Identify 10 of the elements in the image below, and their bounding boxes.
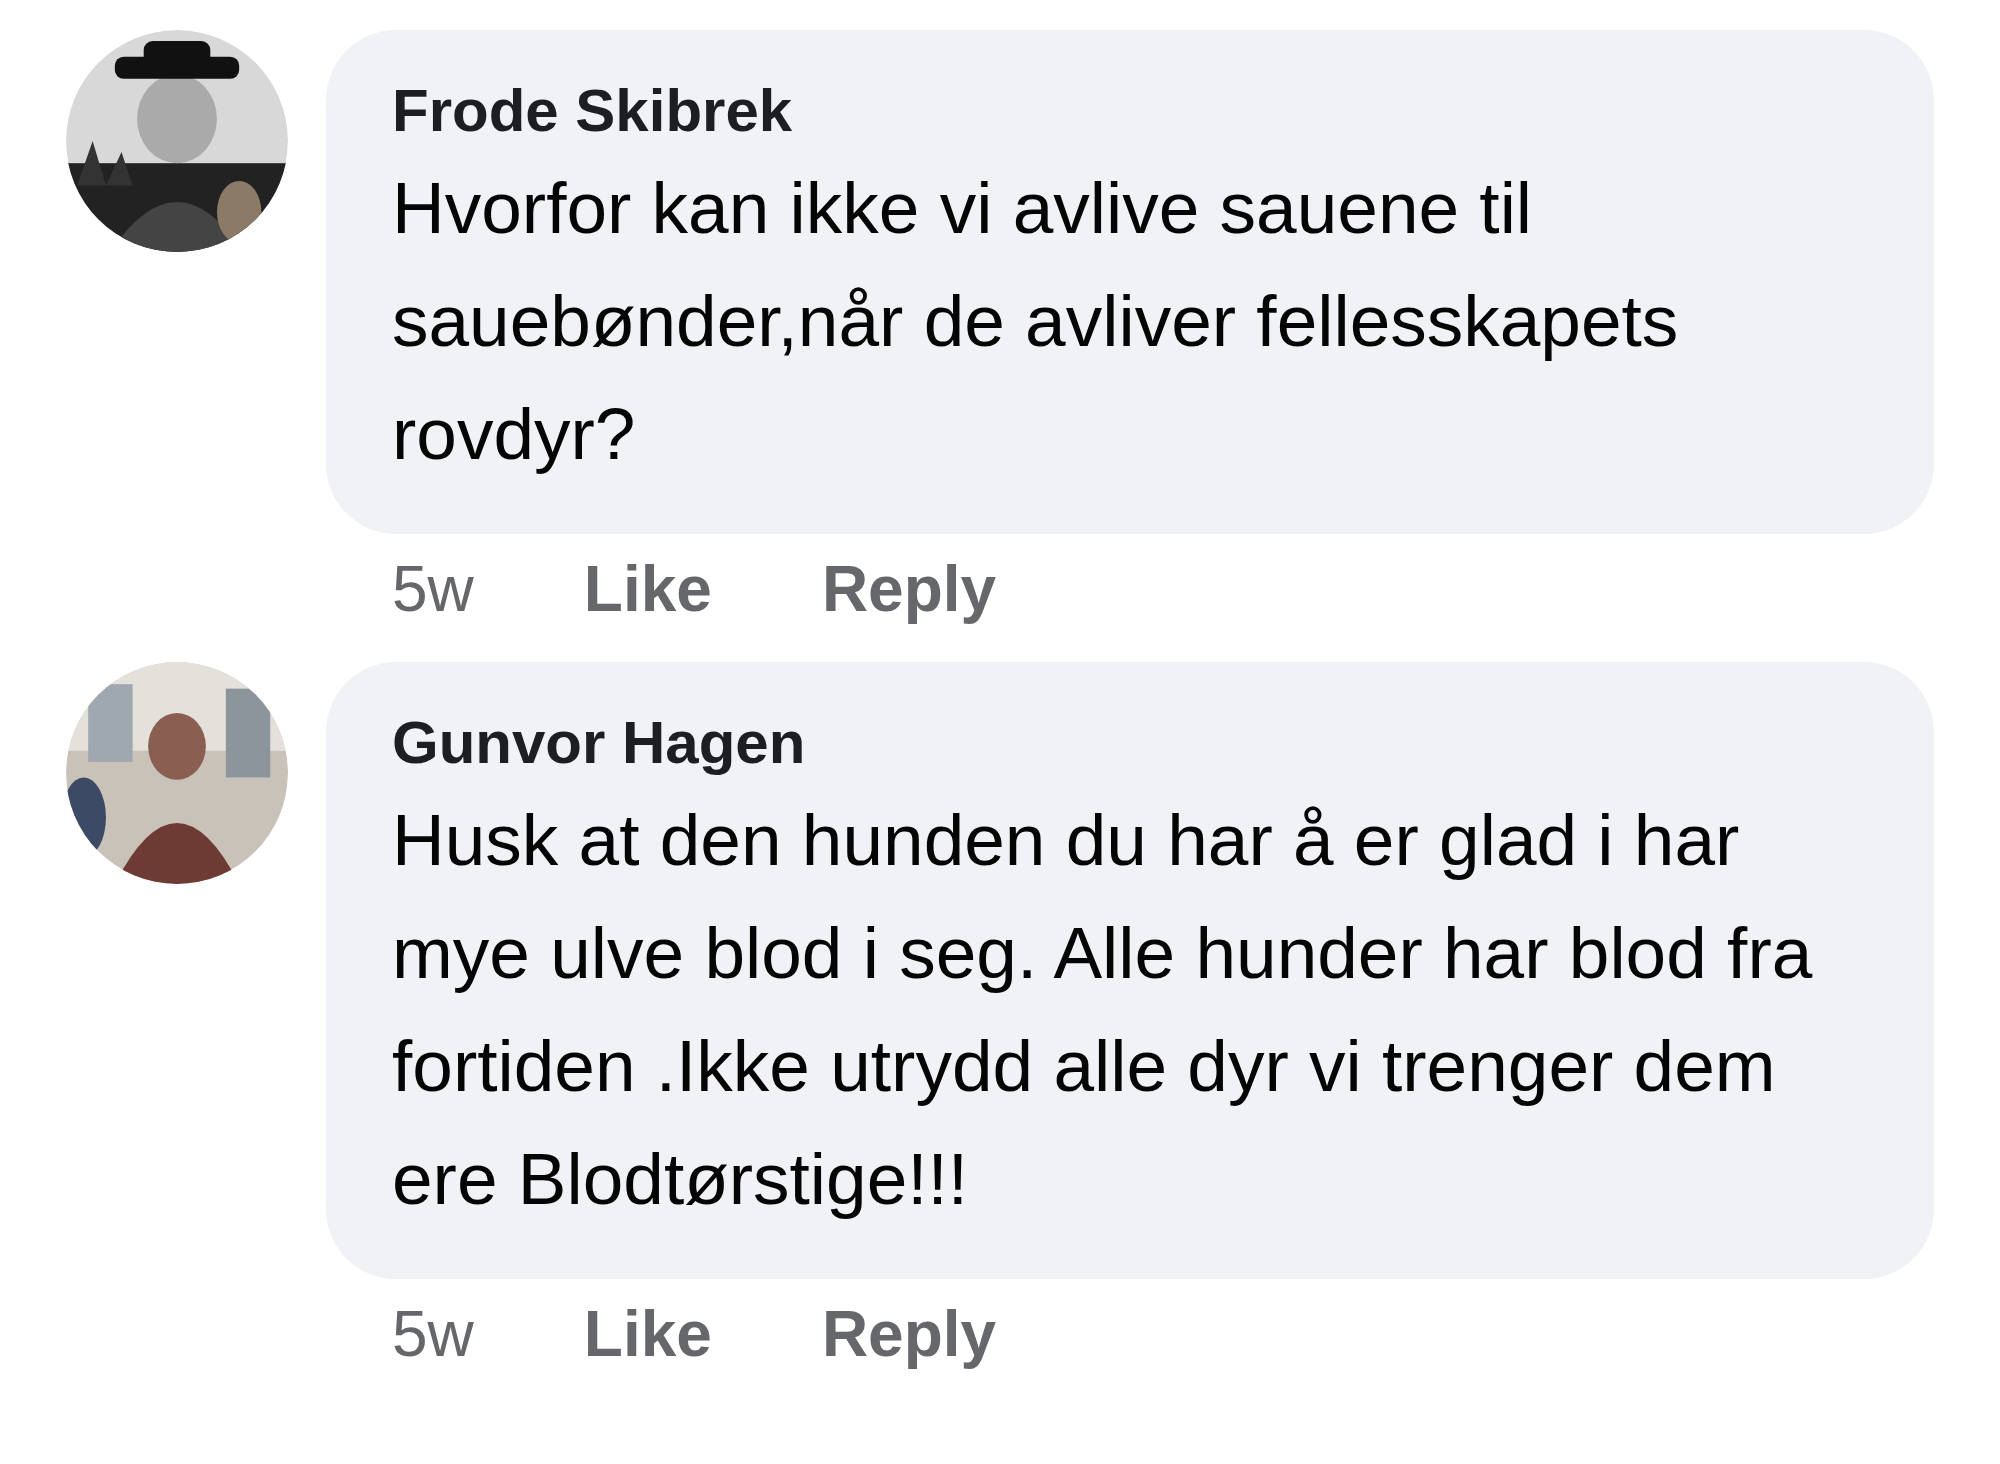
action-link[interactable]: Like <box>583 1297 712 1371</box>
comment-text: Husk at den hunden du har å er glad i har mye ulve blod i seg. Alle hunder har blod fra fortiden .Ikke utrydd alle dyr vi trenger dem ere Blodtørstige!!! <box>392 798 1814 1221</box>
timestamp[interactable]: 5w <box>392 552 474 626</box>
comment-text: Hvorfor kan ikke vi avlive sauene til sauebønder,når de avliver fellesskapets rovdyr? <box>392 166 1680 476</box>
action-link[interactable]: Like <box>583 552 712 626</box>
action-link[interactable]: Reply <box>821 552 997 626</box>
timestamp[interactable]: 5w <box>392 1297 474 1371</box>
author-name[interactable]: Frode Skibrek <box>392 70 1894 151</box>
author-name[interactable]: Gunvor Hagen <box>392 702 1894 783</box>
action-link[interactable]: Reply <box>821 1297 997 1371</box>
